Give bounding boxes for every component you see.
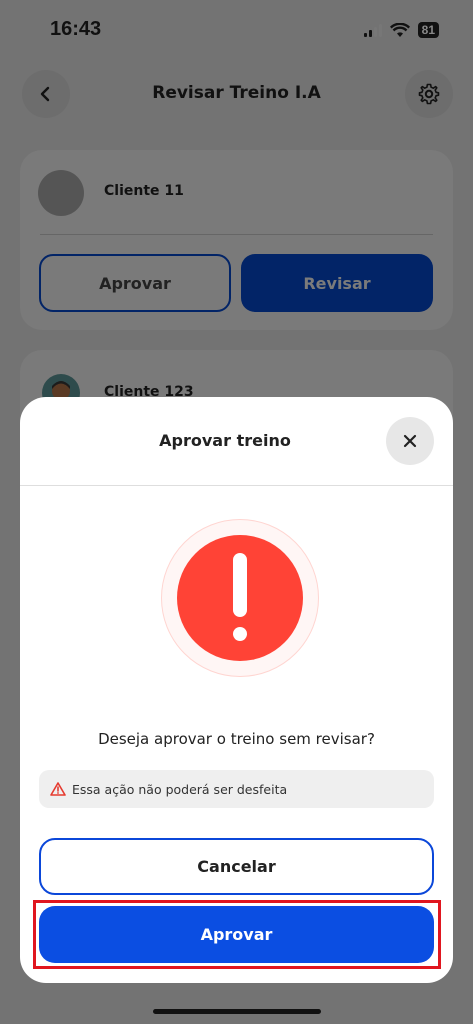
header: Revisar Treino I.A — [0, 70, 473, 120]
confirm-question: Deseja aprovar o treino sem revisar? — [98, 730, 375, 748]
approve-button[interactable]: Aprovar — [39, 906, 434, 963]
battery-indicator: 81 — [417, 22, 439, 38]
page-title: Revisar Treino I.A — [152, 83, 321, 103]
warning-text: Essa ação não poderá ser desfeita — [72, 781, 288, 797]
client-name: Cliente 11 — [104, 183, 184, 199]
close-button[interactable] — [386, 417, 434, 465]
close-icon — [403, 434, 417, 448]
status-icons: 81 — [363, 22, 439, 38]
approve-modal: Aprovar treino Deseja aprovar o treino s… — [20, 397, 453, 983]
gear-icon — [418, 83, 440, 105]
card-review-button[interactable]: Revisar — [241, 254, 433, 312]
client-card: Cliente 11 Aprovar Revisar — [20, 150, 453, 330]
card-approve-button[interactable]: Aprovar — [39, 254, 231, 312]
status-time: 16:43 — [50, 18, 102, 40]
warning-box: Essa ação não poderá ser desfeita — [39, 770, 434, 808]
modal-title: Aprovar treino — [159, 431, 291, 450]
avatar — [38, 170, 84, 216]
exclamation-icon — [177, 535, 303, 661]
divider — [40, 234, 433, 235]
cellular-signal-icon — [363, 23, 382, 37]
settings-button[interactable] — [405, 70, 453, 118]
warning-triangle-icon — [50, 782, 66, 796]
status-bar: 16:43 81 — [0, 0, 473, 62]
wifi-icon — [389, 22, 410, 37]
alert-icon-ring — [161, 519, 319, 677]
home-indicator — [153, 1009, 321, 1014]
cancel-button[interactable]: Cancelar — [39, 838, 434, 895]
divider — [20, 485, 453, 486]
